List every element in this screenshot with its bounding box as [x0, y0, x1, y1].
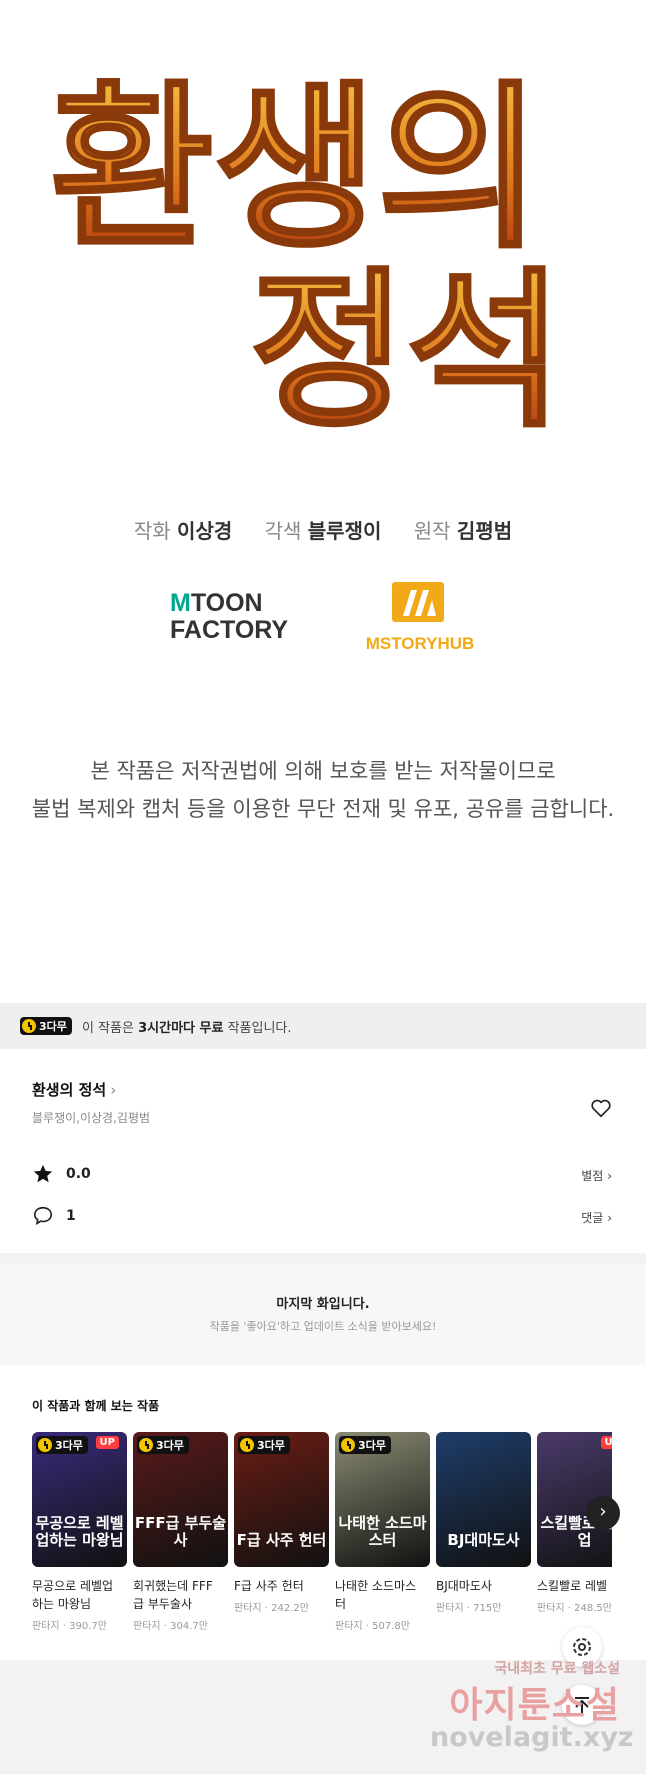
clock-icon	[240, 1438, 254, 1452]
badge-label: 3다무	[358, 1439, 386, 1452]
section-divider	[0, 1253, 646, 1263]
up-badge: UP	[95, 1436, 119, 1449]
mtoon-factory-logo: MTOON FACTORY	[170, 589, 289, 644]
credits: 작화 이상경 각색 블루쟁이 원작 김평범	[0, 515, 646, 544]
recommendation-card[interactable]: FFF급 부두술사 3다무회귀했는데 FFF 급 부두술사판타지 · 304.7만	[133, 1432, 228, 1632]
copyright-line: 불법 복제와 캡처 등을 이용한 무단 전재 및 유포, 공유를 금합니다.	[31, 797, 615, 821]
recommendations-header: 이 작품과 함께 보는 작품	[32, 1399, 160, 1413]
credit-name: 김평범	[456, 519, 513, 543]
wait-free-badge: 3다무	[20, 1017, 72, 1035]
cover-title-text: FFF급 부두술사	[134, 1514, 227, 1549]
free-message-prefix: 이 작품은	[82, 1021, 139, 1036]
recommendation-meta: 판타지 · 715만	[436, 1603, 502, 1614]
logo-text: MSTORYHUB	[365, 634, 475, 653]
recommendation-meta: 판타지 · 248.5만	[537, 1603, 612, 1614]
recommendation-title: 회귀했는데 FFF 급 부두술사	[133, 1579, 213, 1611]
credit-role: 원작	[413, 519, 451, 543]
clock-icon	[341, 1438, 355, 1452]
last-episode-notice: 마지막 화입니다. 작품을 '좋아요'하고 업데이트 소식을 받아보세요!	[0, 1263, 646, 1365]
watermark-line: 국내최초 무료 웹소설	[494, 1661, 620, 1677]
recommendation-card[interactable]: 무공으로 레벨업하는 마왕님 3다무 UP 무공으로 레벨업 하는 마왕님판타지 · …	[32, 1432, 127, 1632]
credit-name: 이상경	[177, 519, 233, 543]
like-heart-icon[interactable]	[590, 1097, 612, 1119]
recommendation-cover: 나태한 소드마스터 3다무	[335, 1432, 430, 1567]
work-info: 환생의 정석 › 블루쟁이,이상경,김평범 0.0 별점 › 1 댓글 ›	[0, 1049, 646, 1253]
badge-label: 3다무	[257, 1439, 285, 1452]
rating-link-label: 별점	[581, 1169, 604, 1183]
chevron-right-icon: ›	[110, 1081, 117, 1099]
chevron-right-icon: ›	[607, 1211, 612, 1225]
recommendation-title: F급 사주 헌터	[234, 1579, 304, 1593]
rating-value: 0.0	[66, 1166, 91, 1182]
clock-icon	[139, 1438, 153, 1452]
last-episode-subtitle: 작품을 '좋아요'하고 업데이트 소식을 받아보세요!	[209, 1320, 437, 1333]
wait-free-badge: 3다무	[36, 1436, 88, 1454]
logo-text: FACTORY	[170, 616, 289, 644]
recommendation-title: 나태한 소드마스 터	[335, 1579, 417, 1611]
wait-free-badge: 3다무	[238, 1436, 290, 1454]
svg-text:환생의: 환생의	[50, 63, 541, 272]
watermark-line: novelagit.xyz	[430, 1722, 634, 1753]
recommendation-cover: BJ대마도사	[436, 1432, 531, 1567]
badge-label: 3다무	[39, 1020, 67, 1033]
title-art: 환생의 정석	[49, 62, 565, 431]
svg-text:정석: 정석	[250, 251, 563, 430]
recommendation-cover: 무공으로 레벨업하는 마왕님 3다무 UP	[32, 1432, 127, 1567]
badge-label: 3다무	[55, 1439, 83, 1452]
up-badge: UP	[600, 1436, 612, 1449]
comments-link[interactable]: 댓글 ›	[581, 1209, 612, 1226]
cover-title-text: BJ대마도사	[447, 1531, 520, 1549]
carousel-next-button[interactable]: ›	[586, 1496, 620, 1530]
recommendation-cover: F급 사주 헌터 3다무	[234, 1432, 329, 1567]
credit-role: 각색	[264, 519, 302, 543]
copyright-notice: 본 작품은 저작권법에 의해 보호를 받는 저작물이므로 불법 복제와 캡처 등…	[0, 752, 646, 828]
watermark-line: 아지툰소설	[449, 1685, 620, 1726]
credit-role: 작화	[133, 519, 171, 543]
rating-link[interactable]: 별점 ›	[581, 1167, 612, 1184]
section-divider	[0, 1365, 646, 1375]
recommendation-meta: 판타지 · 242.2만	[234, 1603, 309, 1614]
comment-count: 1	[66, 1208, 76, 1224]
free-message-suffix: 작품입니다.	[223, 1021, 292, 1036]
chevron-right-icon: ›	[599, 1501, 607, 1522]
chevron-right-icon: ›	[607, 1169, 612, 1183]
work-title-link[interactable]: 환생의 정석 ›	[32, 1079, 116, 1100]
wait-free-badge: 3다무	[137, 1436, 189, 1454]
mstoryhub-mark-icon	[392, 582, 444, 622]
clock-icon	[38, 1438, 52, 1452]
work-title: 환생의 정석	[32, 1081, 107, 1099]
recommendation-meta: 판타지 · 304.7만	[133, 1621, 208, 1632]
wait-free-badge: 3다무	[339, 1436, 391, 1454]
credit-name: 블루쟁이	[307, 519, 382, 543]
rating-row: 0.0	[32, 1163, 91, 1185]
clock-icon	[22, 1019, 36, 1033]
comments-row: 1	[32, 1205, 76, 1227]
recommendation-card[interactable]: F급 사주 헌터 3다무 F급 사주 헌터판타지 · 242.2만	[234, 1432, 329, 1614]
free-message: 이 작품은 3시간마다 무료 작품입니다.	[82, 1017, 292, 1036]
comments-link-label: 댓글	[581, 1211, 604, 1225]
logo-text: TOON	[190, 589, 263, 617]
comment-bubble-icon	[33, 1206, 53, 1225]
last-episode-title: 마지막 화입니다.	[276, 1297, 370, 1312]
recommendation-card[interactable]: BJ대마도사 BJ대마도사판타지 · 715만	[436, 1432, 531, 1614]
cover-title-text: 무공으로 레벨업하는 마왕님	[35, 1514, 124, 1549]
mstoryhub-logo: MSTORYHUB	[360, 580, 480, 660]
recommendation-card[interactable]: 나태한 소드마스터 3다무나태한 소드마스 터판타지 · 507.8만	[335, 1432, 430, 1632]
recommendation-meta: 판타지 · 390.7만	[32, 1621, 107, 1632]
recommendation-title: BJ대마도사	[436, 1579, 492, 1593]
free-message-bold: 3시간마다 무료	[138, 1021, 224, 1036]
cover-title-text: 나태한 소드마스터	[338, 1514, 427, 1549]
recommendation-cover: FFF급 부두술사 3다무	[133, 1432, 228, 1567]
free-every-banner: 3다무 이 작품은 3시간마다 무료 작품입니다.	[0, 1003, 646, 1049]
recommendation-title: 스킬빨로 레벨	[537, 1579, 608, 1593]
recommendations: 이 작품과 함께 보는 작품 무공으로 레벨업하는 마왕님 3다무 UP 무공으로 레…	[0, 1375, 646, 1660]
cover-title-text: F급 사주 헌터	[236, 1531, 327, 1549]
badge-label: 3다무	[156, 1439, 184, 1452]
recommendation-title: 무공으로 레벨업 하는 마왕님	[32, 1579, 114, 1611]
recommendation-meta: 판타지 · 507.8만	[335, 1621, 410, 1632]
work-authors: 블루쟁이,이상경,김평범	[32, 1111, 151, 1125]
copyright-line: 본 작품은 저작권법에 의해 보호를 받는 저작물이므로	[90, 759, 556, 783]
star-icon	[33, 1164, 53, 1183]
